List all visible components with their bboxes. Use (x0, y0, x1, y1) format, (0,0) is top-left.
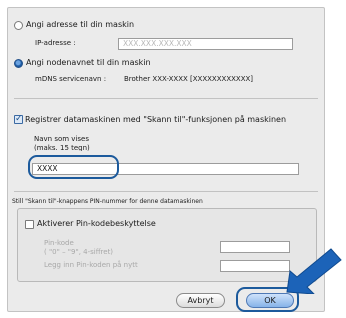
pin-code-field[interactable] (220, 241, 290, 253)
radio-specify-address[interactable] (14, 21, 23, 30)
mdns-service-name-value: Brother XXX-XXXX [XXXXXXXXXXXX] (124, 75, 254, 83)
radio-specify-node-name-label[interactable]: Angi nodenavnet til din maskin (26, 58, 151, 67)
pointer-arrow-icon (286, 248, 342, 294)
enable-pin-label[interactable]: Aktiverer Pin-kodebeskyttelse (37, 219, 156, 228)
display-name-field[interactable]: XXXX (32, 163, 299, 175)
cancel-button[interactable]: Avbryt (176, 293, 225, 308)
display-name-limit-label: (maks. 15 tegn) (34, 144, 90, 151)
ok-button[interactable]: OK (246, 293, 294, 308)
separator-2 (14, 191, 318, 192)
radio-specify-address-label[interactable]: Angi adresse til din maskin (26, 20, 134, 29)
register-scan-to-checkbox[interactable]: ✓ (14, 115, 23, 124)
pin-code-hint: ( "0" – "9", 4-siffret) (44, 248, 114, 256)
pin-code-label: Pin-kode (44, 239, 74, 247)
radio-specify-node-name[interactable] (14, 59, 23, 68)
mdns-service-name-label: mDNS servicenavn : (35, 75, 107, 83)
pin-section-label: Still "Skann til"-knappens PIN-nummer fo… (12, 198, 203, 205)
pin-confirm-label: Legg inn Pin-koden på nytt (44, 261, 138, 269)
separator-1 (14, 98, 318, 99)
pin-group-box: Aktiverer Pin-kodebeskyttelse Pin-kode (… (17, 208, 317, 282)
display-name-label: Navn som vises (34, 135, 89, 143)
ip-address-field[interactable]: XXX.XXX.XXX.XXX (118, 38, 293, 50)
scan-to-settings-dialog: Angi adresse til din maskin IP-adresse :… (7, 7, 325, 312)
pin-confirm-field[interactable] (220, 260, 290, 272)
ip-address-label: IP-adresse : (35, 39, 76, 47)
enable-pin-checkbox[interactable] (25, 220, 34, 229)
register-scan-to-label[interactable]: Registrer datamaskinen med "Skann til"-f… (25, 115, 286, 124)
